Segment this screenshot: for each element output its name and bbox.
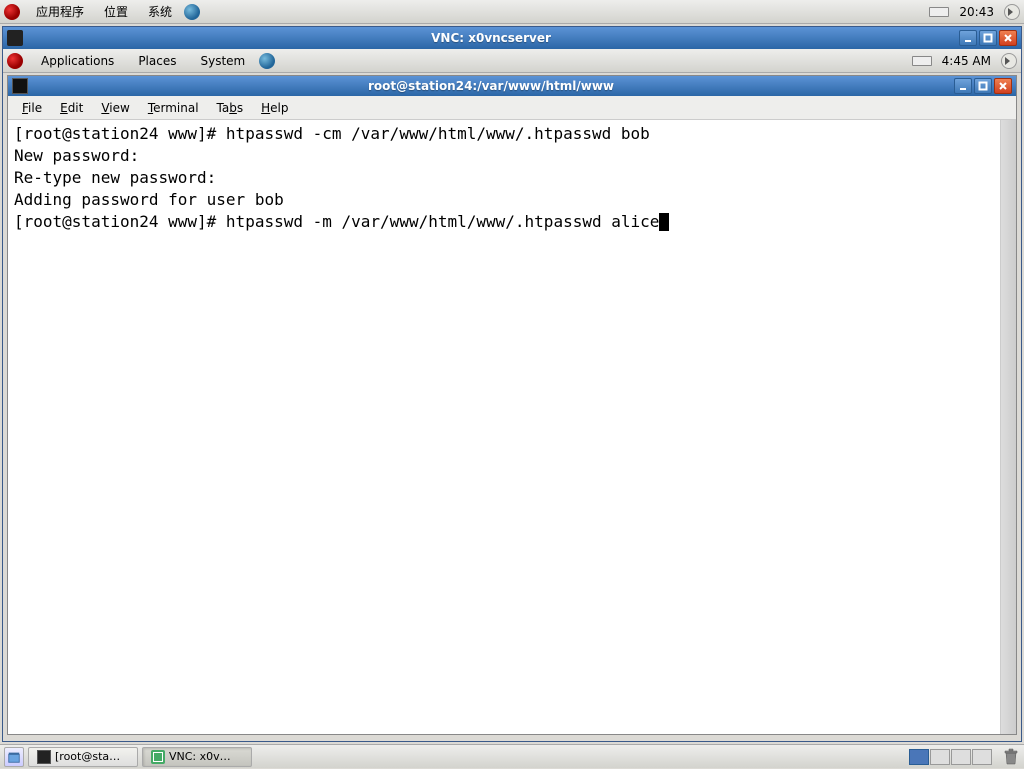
host-places-menu[interactable]: 位置 xyxy=(96,0,136,23)
terminal-menu-view[interactable]: View xyxy=(93,98,137,118)
terminal-window: root@station24:/var/www/html/www File Ed… xyxy=(7,75,1017,735)
workspace-pager[interactable] xyxy=(909,749,992,765)
terminal-line: Re-type new password: xyxy=(14,168,226,187)
vnc-window: VNC: x0vncserver Applications Places Sys… xyxy=(2,26,1022,742)
terminal-titlebar[interactable]: root@station24:/var/www/html/www xyxy=(8,76,1016,96)
terminal-output[interactable]: [root@station24 www]# htpasswd -cm /var/… xyxy=(8,120,1000,734)
terminal-cursor xyxy=(659,213,669,231)
terminal-menu-tabs[interactable]: Tabs xyxy=(209,98,252,118)
host-top-panel: 应用程序 位置 系统 20:43 xyxy=(0,0,1024,24)
workspace-1[interactable] xyxy=(909,749,929,765)
taskbar-item-vnc[interactable]: VNC: x0v… xyxy=(142,747,252,767)
battery-tray-icon[interactable] xyxy=(929,4,945,20)
vnc-taskbar-icon xyxy=(151,750,165,764)
taskbar-item-terminal[interactable]: [root@sta… xyxy=(28,747,138,767)
terminal-window-icon xyxy=(12,78,28,94)
terminal-line: [root@station24 www]# htpasswd -cm /var/… xyxy=(14,124,650,143)
terminal-menu-help[interactable]: Help xyxy=(253,98,296,118)
vnc-titlebar[interactable]: VNC: x0vncserver xyxy=(3,27,1021,49)
host-clock[interactable]: 20:43 xyxy=(953,5,1000,19)
terminal-menu-edit[interactable]: Edit xyxy=(52,98,91,118)
terminal-window-title: root@station24:/var/www/html/www xyxy=(32,79,950,93)
inner-browser-launcher-icon[interactable] xyxy=(259,53,275,69)
vnc-window-icon xyxy=(7,30,23,46)
redhat-logo-icon xyxy=(4,4,20,20)
browser-launcher-icon[interactable] xyxy=(184,4,200,20)
terminal-scrollbar[interactable] xyxy=(1000,120,1016,734)
terminal-taskbar-icon xyxy=(37,750,51,764)
taskbar-item-label: VNC: x0v… xyxy=(169,750,231,763)
vnc-window-title: VNC: x0vncserver xyxy=(27,31,955,45)
terminal-line: [root@station24 www]# htpasswd -m /var/w… xyxy=(14,212,659,231)
vnc-minimize-button[interactable] xyxy=(959,30,977,46)
inner-system-menu[interactable]: System xyxy=(190,51,255,71)
host-applications-menu[interactable]: 应用程序 xyxy=(28,0,92,23)
vnc-maximize-button[interactable] xyxy=(979,30,997,46)
volume-tray-icon[interactable] xyxy=(1004,4,1020,20)
inner-top-panel: Applications Places System 4:45 AM xyxy=(3,49,1021,73)
show-desktop-button[interactable] xyxy=(4,747,24,767)
terminal-menu-file[interactable]: File xyxy=(14,98,50,118)
inner-volume-tray-icon[interactable] xyxy=(1001,53,1017,69)
terminal-close-button[interactable] xyxy=(994,78,1012,94)
host-system-menu[interactable]: 系统 xyxy=(140,0,180,23)
taskbar-item-label: [root@sta… xyxy=(55,750,120,763)
trash-icon[interactable] xyxy=(1002,748,1020,766)
workspace-3[interactable] xyxy=(951,749,971,765)
workspace-4[interactable] xyxy=(972,749,992,765)
terminal-line: New password: xyxy=(14,146,149,165)
terminal-line: Adding password for user bob xyxy=(14,190,284,209)
vnc-close-button[interactable] xyxy=(999,30,1017,46)
terminal-minimize-button[interactable] xyxy=(954,78,972,94)
terminal-menu-terminal[interactable]: Terminal xyxy=(140,98,207,118)
terminal-maximize-button[interactable] xyxy=(974,78,992,94)
workspace-2[interactable] xyxy=(930,749,950,765)
inner-clock[interactable]: 4:45 AM xyxy=(936,54,997,68)
inner-places-menu[interactable]: Places xyxy=(128,51,186,71)
inner-redhat-logo-icon xyxy=(7,53,23,69)
inner-applications-menu[interactable]: Applications xyxy=(31,51,124,71)
host-bottom-panel: [root@sta… VNC: x0v… xyxy=(0,744,1024,768)
terminal-menubar: File Edit View Terminal Tabs Help xyxy=(8,96,1016,120)
inner-battery-tray-icon[interactable] xyxy=(912,53,928,69)
